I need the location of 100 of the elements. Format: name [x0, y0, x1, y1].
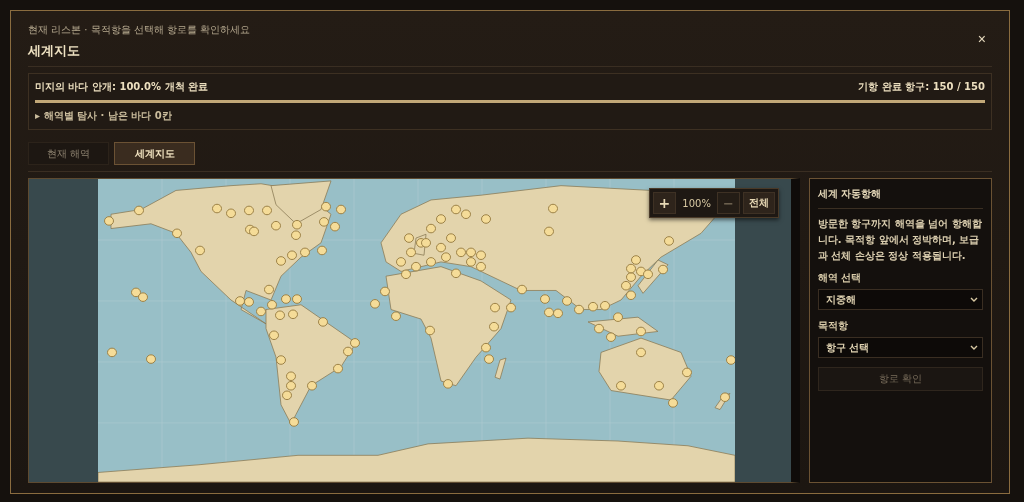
port-marker[interactable] [451, 268, 461, 279]
port-marker[interactable] [343, 346, 353, 357]
port-marker[interactable] [287, 250, 297, 260]
view-tab[interactable]: 세계지도 [114, 142, 195, 165]
port-marker[interactable] [489, 321, 499, 332]
port-marker[interactable] [401, 269, 411, 280]
port-marker[interactable] [443, 379, 453, 389]
port-marker[interactable] [654, 381, 664, 391]
port-marker[interactable] [235, 296, 245, 306]
port-marker[interactable] [600, 300, 610, 311]
port-marker[interactable] [244, 297, 254, 307]
port-marker[interactable] [553, 308, 563, 319]
port-marker[interactable] [720, 392, 730, 402]
port-marker[interactable] [292, 219, 302, 230]
port-marker[interactable] [107, 347, 117, 358]
destination-select[interactable]: 항구 선택 [817, 337, 983, 358]
port-marker[interactable] [195, 245, 205, 256]
port-marker[interactable] [131, 287, 141, 298]
port-marker[interactable] [134, 205, 144, 216]
port-marker[interactable] [138, 292, 148, 302]
port-marker[interactable] [396, 257, 406, 267]
port-marker[interactable] [267, 300, 277, 310]
port-marker[interactable] [350, 338, 360, 348]
port-marker[interactable] [481, 214, 491, 224]
port-marker[interactable] [264, 284, 274, 295]
port-marker[interactable] [291, 230, 301, 240]
port-marker[interactable] [664, 236, 674, 246]
port-marker[interactable] [262, 205, 272, 216]
port-marker[interactable] [275, 310, 285, 321]
port-marker[interactable] [626, 263, 636, 274]
region-select[interactable]: 지중해 [817, 289, 983, 310]
port-marker[interactable] [616, 381, 626, 391]
port-marker[interactable] [300, 247, 310, 258]
view-tab[interactable]: 현재 해역 [28, 142, 109, 165]
port-marker[interactable] [330, 221, 340, 232]
port-marker[interactable] [281, 294, 291, 304]
port-marker[interactable] [588, 301, 598, 312]
port-marker[interactable] [476, 261, 486, 272]
port-marker[interactable] [286, 371, 296, 381]
port-marker[interactable] [269, 330, 279, 341]
port-marker[interactable] [621, 280, 631, 291]
port-marker[interactable] [490, 302, 500, 313]
port-marker[interactable] [289, 417, 299, 427]
port-marker[interactable] [370, 299, 380, 309]
port-marker[interactable] [476, 250, 486, 260]
port-marker[interactable] [451, 204, 461, 215]
port-marker[interactable] [276, 256, 286, 266]
port-marker[interactable] [726, 355, 735, 365]
port-marker[interactable] [484, 354, 494, 364]
port-marker[interactable] [321, 201, 331, 212]
port-marker[interactable] [544, 226, 554, 237]
port-marker[interactable] [548, 203, 558, 214]
port-marker[interactable] [631, 255, 641, 265]
port-marker[interactable] [446, 233, 456, 243]
port-marker[interactable] [562, 296, 572, 306]
port-marker[interactable] [421, 238, 431, 248]
port-marker[interactable] [411, 261, 421, 272]
port-marker[interactable] [244, 205, 254, 216]
port-marker[interactable] [636, 347, 646, 358]
port-marker[interactable] [307, 381, 317, 391]
port-marker[interactable] [406, 247, 416, 258]
port-marker[interactable] [441, 252, 451, 262]
port-marker[interactable] [658, 264, 668, 275]
port-marker[interactable] [288, 309, 298, 320]
close-button[interactable]: × [971, 27, 992, 51]
port-marker[interactable] [426, 223, 436, 234]
port-marker[interactable] [456, 247, 466, 258]
port-marker[interactable] [276, 355, 286, 365]
port-marker[interactable] [249, 226, 259, 237]
port-marker[interactable] [636, 326, 646, 337]
port-marker[interactable] [466, 247, 476, 258]
port-marker[interactable] [506, 302, 516, 313]
port-marker[interactable] [436, 214, 446, 224]
port-marker[interactable] [256, 306, 266, 317]
port-marker[interactable] [282, 390, 292, 401]
port-marker[interactable] [481, 342, 491, 353]
port-marker[interactable] [544, 307, 554, 318]
port-marker[interactable] [292, 294, 302, 304]
details-toggle[interactable]: ▸ 해역별 탐사 · 남은 바다 0칸 [35, 109, 985, 123]
port-marker[interactable] [319, 217, 329, 227]
port-marker[interactable] [104, 216, 114, 226]
port-marker[interactable] [668, 398, 678, 408]
port-marker[interactable] [391, 311, 401, 321]
port-marker[interactable] [286, 381, 296, 391]
fit-button[interactable]: 전체 [742, 192, 775, 214]
port-marker[interactable] [336, 204, 346, 215]
port-marker[interactable] [466, 257, 476, 267]
port-marker[interactable] [517, 284, 527, 295]
port-marker[interactable] [172, 228, 182, 239]
port-marker[interactable] [682, 367, 692, 378]
port-marker[interactable] [226, 208, 236, 219]
port-marker[interactable] [318, 317, 328, 327]
port-marker[interactable] [333, 363, 343, 374]
port-marker[interactable] [643, 269, 653, 280]
port-marker[interactable] [626, 272, 636, 282]
port-marker[interactable] [426, 257, 436, 267]
port-marker[interactable] [380, 286, 390, 297]
port-marker[interactable] [404, 233, 414, 243]
port-marker[interactable] [613, 312, 623, 322]
port-marker[interactable] [425, 325, 435, 336]
